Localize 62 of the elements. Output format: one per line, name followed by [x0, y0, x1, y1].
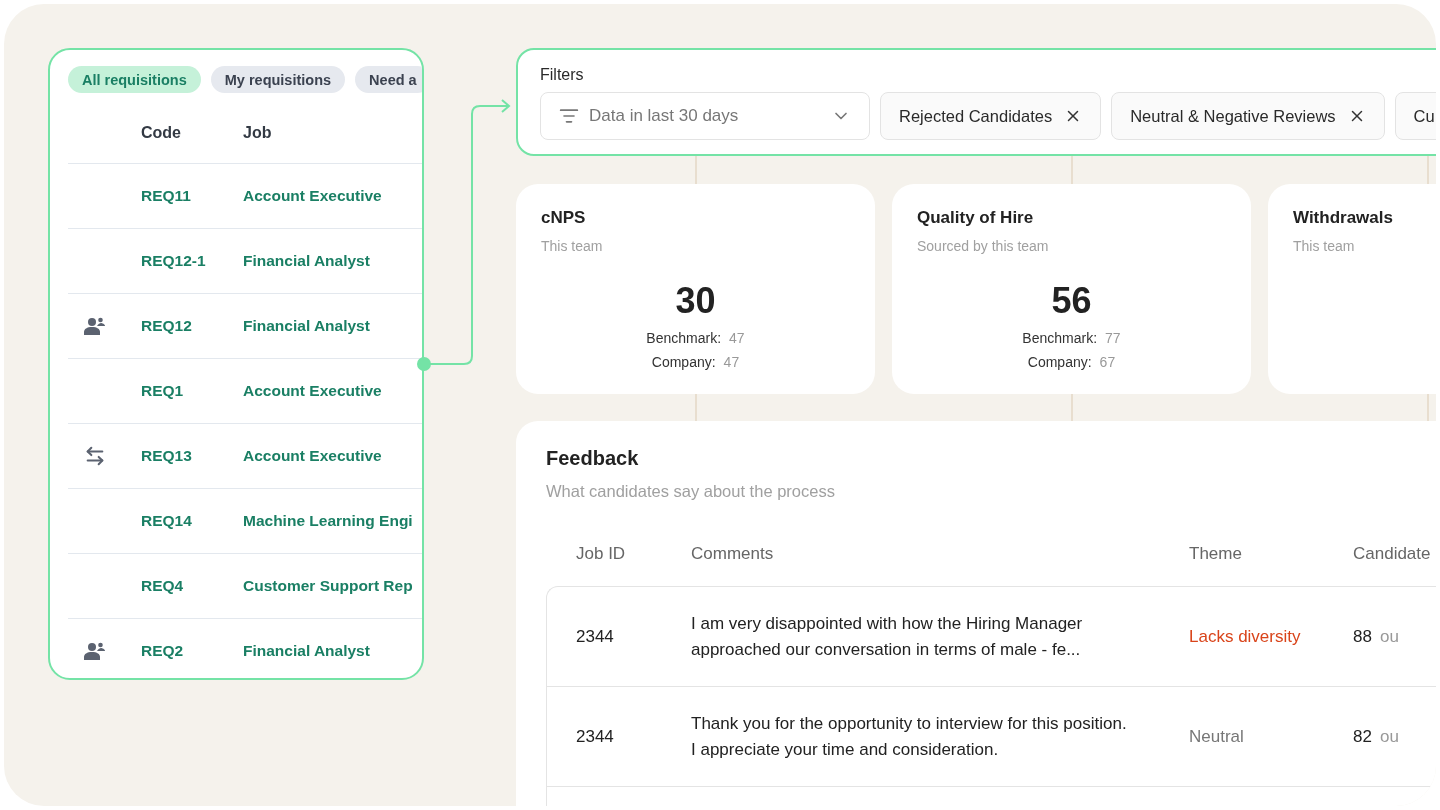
job-id: 2344 — [576, 726, 615, 747]
metric-number: 47 — [723, 354, 740, 370]
requisition-code[interactable]: REQ12 — [141, 317, 243, 335]
metric-value: 56 — [1051, 280, 1092, 322]
filter-tab[interactable]: Need a — [355, 66, 422, 93]
requisition-code[interactable]: REQ14 — [141, 512, 243, 530]
metric-title: Quality of Hire — [917, 208, 1035, 228]
column-header: Code — [141, 124, 182, 142]
metric-number: 47 — [729, 330, 745, 346]
score-suffix: ou — [1379, 626, 1399, 647]
metric-subtitle: This team — [1293, 238, 1356, 254]
job-title[interactable]: Account Executive — [243, 382, 422, 400]
period-dropdown[interactable]: Data in last 30 days — [540, 92, 870, 140]
candidate-score: 82 — [1353, 726, 1372, 747]
people-icon — [84, 642, 106, 660]
column-header: Job ID — [576, 544, 627, 564]
metric-subtitle: Sourced by this team — [917, 238, 1050, 254]
swap-arrows-icon — [84, 445, 106, 467]
requisition-code[interactable]: REQ13 — [141, 447, 243, 465]
column-header: Theme — [1189, 544, 1243, 564]
job-id: 2344 — [576, 626, 615, 647]
metric-title: Withdrawals — [1293, 208, 1394, 228]
job-title[interactable]: Financial Analyst — [243, 252, 422, 270]
filter-tab[interactable]: My requisitions — [210, 66, 346, 93]
metric-title: cNPS — [541, 208, 587, 228]
feedback-title: Feedback — [546, 447, 640, 470]
job-title[interactable]: Customer Support Rep — [243, 577, 422, 595]
feedback-subtitle: What candidates say about the process — [546, 482, 836, 501]
metric-label: Benchmark: — [1022, 330, 1098, 346]
requisition-code[interactable]: REQ4 — [141, 577, 243, 595]
requisition-code[interactable]: REQ12-1 — [141, 252, 243, 270]
job-title[interactable]: Financial Analyst — [243, 317, 422, 335]
job-title[interactable]: Financial Analyst — [243, 642, 422, 660]
score-suffix: ou — [1379, 726, 1399, 747]
metric-subtitle: This team — [541, 238, 604, 254]
filter-chip[interactable]: Rejected Candidates — [880, 92, 1102, 140]
people-icon — [84, 317, 106, 335]
metric-number: 67 — [1099, 354, 1116, 370]
column-header: Job — [243, 124, 273, 142]
metric-label: Company: — [651, 354, 716, 370]
theme-text: Lacks diversity — [1189, 626, 1302, 647]
theme-text: Neutral — [1189, 726, 1245, 747]
metric-value: 30 — [675, 280, 716, 322]
job-title[interactable]: Account Executive — [243, 187, 422, 205]
comment-text: Thank you for the opportunity to interview for this position. I appreciate your time and consideration. — [691, 712, 1128, 761]
comment-text: I am very disappointed with how the Hiring Manager approached our conversation in terms of male - fe... — [691, 612, 1084, 661]
requisition-code[interactable]: REQ1 — [141, 382, 243, 400]
job-title[interactable]: Account Executive — [243, 447, 422, 465]
metric-label: Benchmark: — [646, 330, 722, 346]
filter-chip[interactable]: Cu — [1394, 92, 1436, 140]
filters-title: Filters — [540, 66, 585, 84]
metric-label: Company: — [1027, 354, 1092, 370]
column-header: Comments — [691, 544, 775, 564]
requisition-code[interactable]: REQ2 — [141, 642, 243, 660]
filter-icon — [559, 106, 579, 126]
candidate-score: 88 — [1353, 626, 1372, 647]
column-header: Candidate — [1353, 544, 1432, 564]
requisition-code[interactable]: REQ11 — [141, 187, 243, 205]
filter-chip[interactable]: Neutral & Negative Reviews — [1111, 92, 1385, 140]
metric-number: 77 — [1105, 330, 1121, 346]
filter-tab[interactable]: All requisitions — [68, 66, 201, 93]
job-title[interactable]: Machine Learning Engi — [243, 512, 422, 530]
